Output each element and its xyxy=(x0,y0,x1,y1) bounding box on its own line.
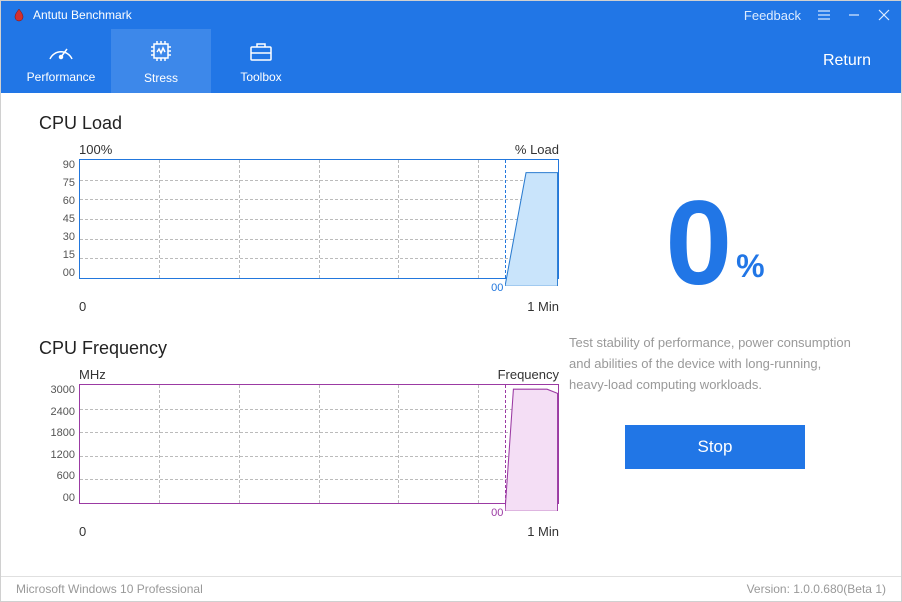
tab-label: Toolbox xyxy=(240,70,281,84)
minimize-icon[interactable] xyxy=(847,8,861,22)
result-description: Test stability of performance, power con… xyxy=(559,333,871,395)
chart-x-right-label: 1 Min xyxy=(527,299,559,314)
cpu-load-chart: CPU Load 100% % Load 90 75 60 45 30 15 0… xyxy=(39,113,559,314)
gauge-icon xyxy=(47,39,75,66)
statusbar: Microsoft Windows 10 Professional Versio… xyxy=(1,576,901,601)
chart-title: CPU Load xyxy=(39,113,559,134)
stop-button[interactable]: Stop xyxy=(625,425,805,469)
close-icon[interactable] xyxy=(877,8,891,22)
version-label: Version: 1.0.0.680(Beta 1) xyxy=(747,582,886,596)
feedback-link[interactable]: Feedback xyxy=(744,8,801,23)
result-panel: 0 % Test stability of performance, power… xyxy=(559,113,871,566)
chart-data-series xyxy=(505,385,558,511)
chart-x-right-label: 1 Min xyxy=(527,524,559,539)
toolbox-icon xyxy=(247,39,275,66)
app-title: Antutu Benchmark xyxy=(33,8,744,22)
chart-top-right-label: % Load xyxy=(515,142,559,157)
app-logo-icon xyxy=(11,7,27,23)
chart-top-left-label: 100% xyxy=(79,142,112,157)
cpu-frequency-chart: CPU Frequency MHz Frequency 3000 2400 18… xyxy=(39,338,559,539)
chart-top-right-label: Frequency xyxy=(498,367,559,382)
return-button[interactable]: Return xyxy=(823,29,901,93)
chip-icon xyxy=(148,38,174,67)
tab-label: Performance xyxy=(27,70,96,84)
titlebar: Antutu Benchmark Feedback xyxy=(1,1,901,29)
chart-plot-area: 00 xyxy=(79,384,559,504)
chart-y-axis: 3000 2400 1800 1200 600 00 xyxy=(39,384,79,504)
chart-data-series xyxy=(505,160,558,286)
chart-title: CPU Frequency xyxy=(39,338,559,359)
chart-data-start-label: 00 xyxy=(491,507,503,519)
chart-x-left-label: 0 xyxy=(79,299,86,314)
chart-y-axis: 90 75 60 45 30 15 00 xyxy=(39,159,79,279)
chart-x-left-label: 0 xyxy=(79,524,86,539)
chart-plot-area: 00 xyxy=(79,159,559,279)
os-label: Microsoft Windows 10 Professional xyxy=(16,582,203,596)
result-percent-unit: % xyxy=(736,248,764,303)
chart-data-start-label: 00 xyxy=(491,282,503,294)
tab-stress[interactable]: Stress xyxy=(111,29,211,93)
content-area: CPU Load 100% % Load 90 75 60 45 30 15 0… xyxy=(1,93,901,576)
tab-toolbox[interactable]: Toolbox xyxy=(211,29,311,93)
menubar: Performance Stress Toolbox Return xyxy=(1,29,901,93)
tab-performance[interactable]: Performance xyxy=(11,29,111,93)
menu-icon[interactable] xyxy=(817,8,831,22)
result-percent-value: 0 xyxy=(665,183,732,303)
chart-top-left-label: MHz xyxy=(79,367,106,382)
tab-label: Stress xyxy=(144,71,178,85)
